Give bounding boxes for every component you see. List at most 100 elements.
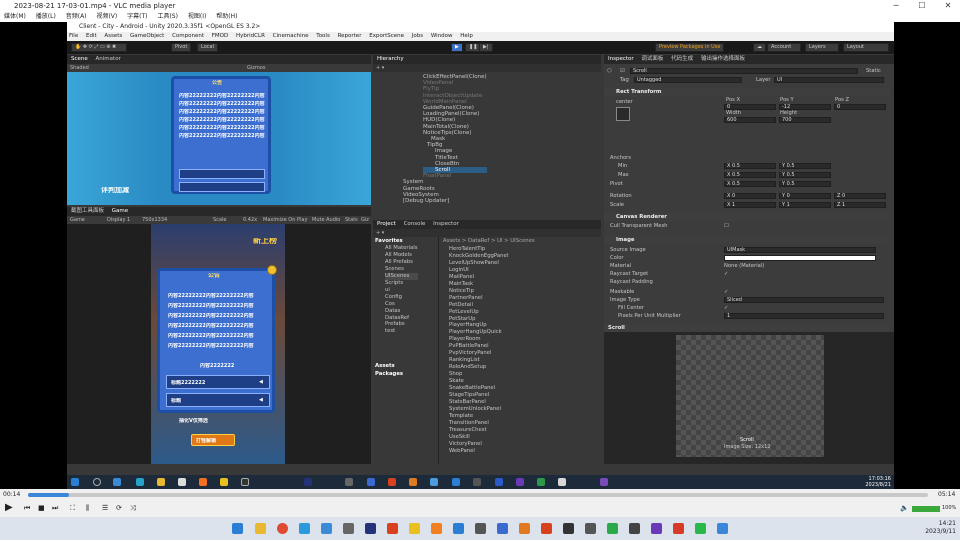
unity-icon[interactable] xyxy=(473,478,481,486)
scale-value[interactable]: 0.42x xyxy=(243,216,257,224)
source-image-field[interactable]: UIMask xyxy=(724,247,876,253)
preview-header[interactable]: Scroll xyxy=(604,324,890,332)
unity-menu-help[interactable]: Help xyxy=(460,33,473,39)
file-explorer-icon[interactable] xyxy=(255,523,266,534)
file-item[interactable]: RankingList xyxy=(449,357,508,364)
stats-toggle[interactable]: Stats xyxy=(345,216,358,224)
file-item[interactable]: TreasureChest xyxy=(449,427,508,434)
close-icon[interactable] xyxy=(267,265,277,275)
menu-video[interactable]: 视频(V) xyxy=(96,13,117,20)
game-screen[interactable]: 新上榜 公告 内容22222222内容22222222内容 内容22222222… xyxy=(151,224,285,464)
windows-start-icon[interactable] xyxy=(71,478,79,486)
tab-inspector-2[interactable]: Inspector xyxy=(433,220,459,229)
photoshop-icon[interactable] xyxy=(365,523,376,534)
app-icon[interactable] xyxy=(600,478,608,486)
cull-mesh-checkbox[interactable]: ☐ xyxy=(724,222,729,230)
file-item[interactable]: PetStarUp xyxy=(449,316,508,323)
width-field[interactable]: 600 xyxy=(724,117,776,123)
rect-transform-header[interactable]: Rect Transform xyxy=(604,88,890,96)
file-item[interactable]: PlayerRoom xyxy=(449,336,508,343)
raycast-target-checkbox[interactable]: ✓ xyxy=(724,270,728,278)
app-icon[interactable] xyxy=(519,523,530,534)
app-icon[interactable] xyxy=(321,523,332,534)
project-search[interactable]: + ▾ xyxy=(373,229,601,237)
image-header[interactable]: Image xyxy=(604,236,890,244)
unity-icon[interactable] xyxy=(241,478,249,486)
file-item[interactable]: RoleAndSetup xyxy=(449,364,508,371)
file-item[interactable]: SnakeBattlePanel xyxy=(449,385,508,392)
maximize-on-play[interactable]: Maximize On Play xyxy=(263,216,307,224)
tab-hierarchy[interactable]: Hierarchy xyxy=(377,55,404,64)
folder-item[interactable]: All Models xyxy=(385,252,418,259)
rotation-y-field[interactable]: Y 0 xyxy=(779,193,831,199)
file-item[interactable]: VictoryPanel xyxy=(449,441,508,448)
folder-item[interactable]: Scripts xyxy=(385,280,418,287)
shuffle-icon[interactable]: ⤨ xyxy=(130,504,136,513)
play-button[interactable]: ▶ xyxy=(451,43,463,52)
folder-item[interactable]: test xyxy=(385,328,418,335)
local-toggle[interactable]: Local xyxy=(197,43,218,52)
ppu-multiplier-field[interactable]: 1 xyxy=(724,313,884,319)
tab-inspector[interactable]: Inspector xyxy=(608,55,634,64)
vscode-icon[interactable] xyxy=(453,523,464,534)
file-item[interactable]: PartnerPanel xyxy=(449,295,508,302)
app-icon[interactable] xyxy=(409,478,417,486)
packages-label[interactable]: Packages xyxy=(375,371,403,378)
browser-icon[interactable] xyxy=(136,478,144,486)
resolution-dropdown[interactable]: 750x1334 xyxy=(142,216,167,224)
folder-item-selected[interactable]: UIScenes xyxy=(385,272,418,280)
folder-item[interactable]: DatasRef xyxy=(385,315,418,322)
app-icon[interactable] xyxy=(367,478,375,486)
folder-item[interactable]: ui xyxy=(385,287,418,294)
menu-subtitle[interactable]: 字幕(T) xyxy=(127,13,147,20)
unity-menu-file[interactable]: File xyxy=(69,33,78,39)
file-item[interactable]: Shop xyxy=(449,371,508,378)
folder-item[interactable]: All Prefabs xyxy=(385,259,418,266)
photoshop-icon[interactable] xyxy=(304,478,312,486)
tab-project[interactable]: Project xyxy=(377,220,396,229)
anchor-preset-icon[interactable] xyxy=(616,107,630,121)
file-item[interactable]: PetDetail xyxy=(449,302,508,309)
anchors-label[interactable]: Anchors xyxy=(610,154,631,162)
menu-view[interactable]: 视图(I) xyxy=(188,13,206,20)
app-icon[interactable] xyxy=(178,478,186,486)
menu-media[interactable]: 媒体(M) xyxy=(4,13,26,20)
bottom-button[interactable]: 打怪解锁 xyxy=(191,434,235,446)
file-item[interactable]: PlayerHangUpQuick xyxy=(449,329,508,336)
file-item[interactable]: StatsBarPanel xyxy=(449,399,508,406)
file-item[interactable]: SystemUnlockPanel xyxy=(449,406,508,413)
folder-item[interactable]: Cos xyxy=(385,301,418,308)
volume-icon[interactable]: 🔈 xyxy=(900,504,909,512)
hierarchy-item[interactable]: [Debug Updater] xyxy=(403,198,487,204)
unity-menu-gameobject[interactable]: GameObject xyxy=(130,33,164,39)
menu-help[interactable]: 帮助(H) xyxy=(216,13,237,20)
account-dropdown[interactable]: Account xyxy=(767,43,801,52)
folder-item[interactable]: Prefabs xyxy=(385,321,418,328)
app-icon[interactable] xyxy=(387,523,398,534)
search-icon[interactable] xyxy=(93,478,101,486)
min-y-field[interactable]: Y 0.5 xyxy=(779,163,831,169)
game-dropdown[interactable]: Game xyxy=(70,217,85,223)
app-icon[interactable] xyxy=(220,478,228,486)
unity-menu-reporter[interactable]: Reporter xyxy=(338,33,362,39)
file-item[interactable]: PvPBattlePanel xyxy=(449,343,508,350)
volume-slider[interactable] xyxy=(912,506,940,512)
vscode-icon[interactable] xyxy=(452,478,460,486)
seek-slider[interactable] xyxy=(28,493,928,497)
app-icon[interactable] xyxy=(541,523,552,534)
unity-menu-fmod[interactable]: FMOD xyxy=(212,33,228,39)
hierarchy-item[interactable]: InteractObjectUpdate xyxy=(423,93,487,99)
prop-label[interactable]: Raycast Padding xyxy=(610,278,653,286)
max-x-field[interactable]: X 0.5 xyxy=(724,172,776,178)
unity-menu-cinemachine[interactable]: Cinemachine xyxy=(273,33,309,39)
display-dropdown[interactable]: Display 1 xyxy=(107,216,130,224)
app-icon[interactable] xyxy=(629,523,640,534)
tab-codegen[interactable]: 代码生成 xyxy=(671,55,693,64)
unity-menu-exportscene[interactable]: ExportScene xyxy=(369,33,404,39)
unity-menu-window[interactable]: Window xyxy=(431,33,453,39)
app-icon[interactable] xyxy=(717,523,728,534)
maskable-checkbox[interactable]: ✓ xyxy=(724,288,728,296)
folder-icon[interactable] xyxy=(157,478,165,486)
file-item[interactable]: LevelUpShowPanel xyxy=(449,260,508,267)
menu-playback[interactable]: 播放(L) xyxy=(36,13,56,20)
